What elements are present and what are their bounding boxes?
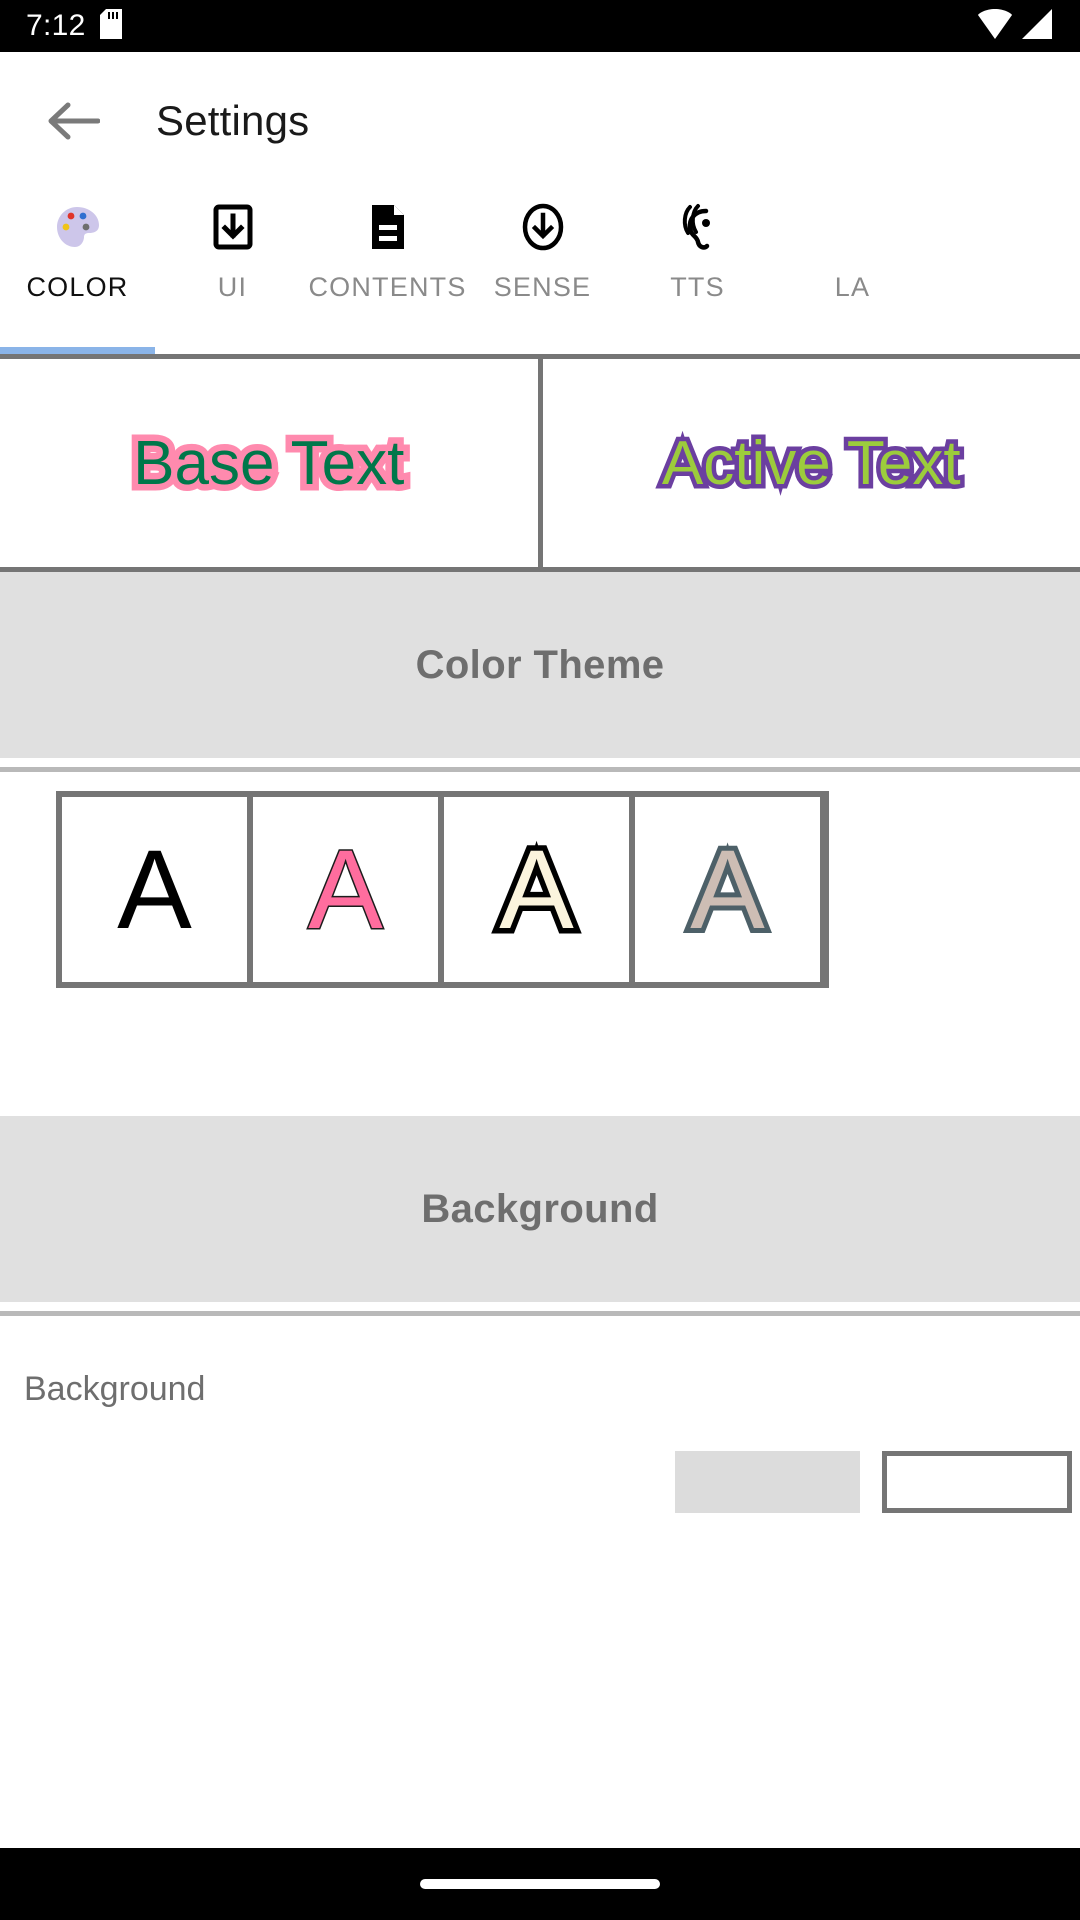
theme-swatch-letter: A [494, 826, 580, 952]
background-row-controls [0, 1451, 1080, 1513]
tab-color[interactable]: COLOR [0, 190, 155, 303]
theme-swatch-taupe[interactable]: A [635, 797, 820, 982]
tab-ui[interactable]: UI [155, 190, 310, 303]
ear-hearing-icon [676, 204, 720, 250]
app-bar: Settings [0, 52, 1080, 190]
theme-swatch-letter: A [117, 826, 192, 952]
background-section: Background Background [0, 1116, 1080, 1513]
sd-card-icon [99, 8, 122, 44]
color-theme-swatch-area: A A A A [0, 772, 1080, 988]
tab-label-ui: UI [217, 272, 248, 302]
tab-contents[interactable]: CONTENTS [308, 190, 467, 303]
background-value-field[interactable] [882, 1451, 1072, 1513]
base-text-preview-label: Base Text [127, 422, 411, 504]
theme-swatch-letter: A [307, 826, 385, 952]
color-theme-title: Color Theme [415, 642, 665, 687]
base-text-preview[interactable]: Base Text [0, 359, 538, 567]
tab-tts[interactable]: TTS [620, 190, 775, 303]
cell-signal-icon [1022, 8, 1054, 44]
theme-swatch-pink[interactable]: A [253, 797, 438, 982]
palette-icon [55, 204, 101, 250]
background-header: Background [0, 1116, 1080, 1302]
tab-language[interactable]: LA [775, 190, 930, 303]
theme-swatch-cream[interactable]: A [444, 797, 629, 982]
back-arrow-icon [48, 102, 100, 140]
active-text-preview[interactable]: Active Text [542, 359, 1080, 567]
active-text-preview-label: Active Text [657, 424, 965, 502]
back-button[interactable] [38, 85, 110, 157]
color-theme-header: Color Theme [0, 572, 1080, 758]
tab-label-tts: TTS [670, 272, 725, 302]
color-theme-section: Color Theme A A A A [0, 572, 1080, 988]
tab-label-sense: SENSE [493, 272, 592, 302]
tab-label-color: COLOR [26, 272, 129, 302]
theme-swatch-letter: A [685, 826, 770, 952]
document-icon [368, 204, 408, 250]
tab-label-contents: CONTENTS [308, 272, 467, 302]
background-title: Background [421, 1186, 659, 1231]
wifi-icon [978, 8, 1012, 44]
background-row-label: Background [24, 1370, 206, 1408]
background-color-chip[interactable] [675, 1451, 860, 1513]
circle-download-icon [521, 203, 565, 251]
settings-tab-bar[interactable]: COLOR UI CONTENTS SENSE TTS LA [0, 190, 1080, 354]
tab-label-language: LA [834, 272, 871, 302]
tab-sense[interactable]: SENSE [465, 190, 620, 303]
status-clock: 7:12 [26, 9, 86, 42]
color-theme-swatch-row[interactable]: A A A A [56, 791, 829, 988]
status-bar: 7:12 [0, 0, 1080, 52]
text-color-preview-panel: Base Text Active Text [0, 354, 1080, 572]
theme-swatch-black[interactable]: A [62, 797, 247, 982]
home-gesture-pill[interactable] [420, 1879, 660, 1889]
status-bar-right [978, 8, 1054, 44]
tab-active-indicator [0, 347, 155, 354]
section-spacer [0, 988, 1080, 1116]
system-navigation-bar [0, 1848, 1080, 1920]
page-title: Settings [156, 97, 310, 144]
status-bar-left: 7:12 [26, 8, 122, 44]
phone-download-icon [213, 204, 253, 250]
